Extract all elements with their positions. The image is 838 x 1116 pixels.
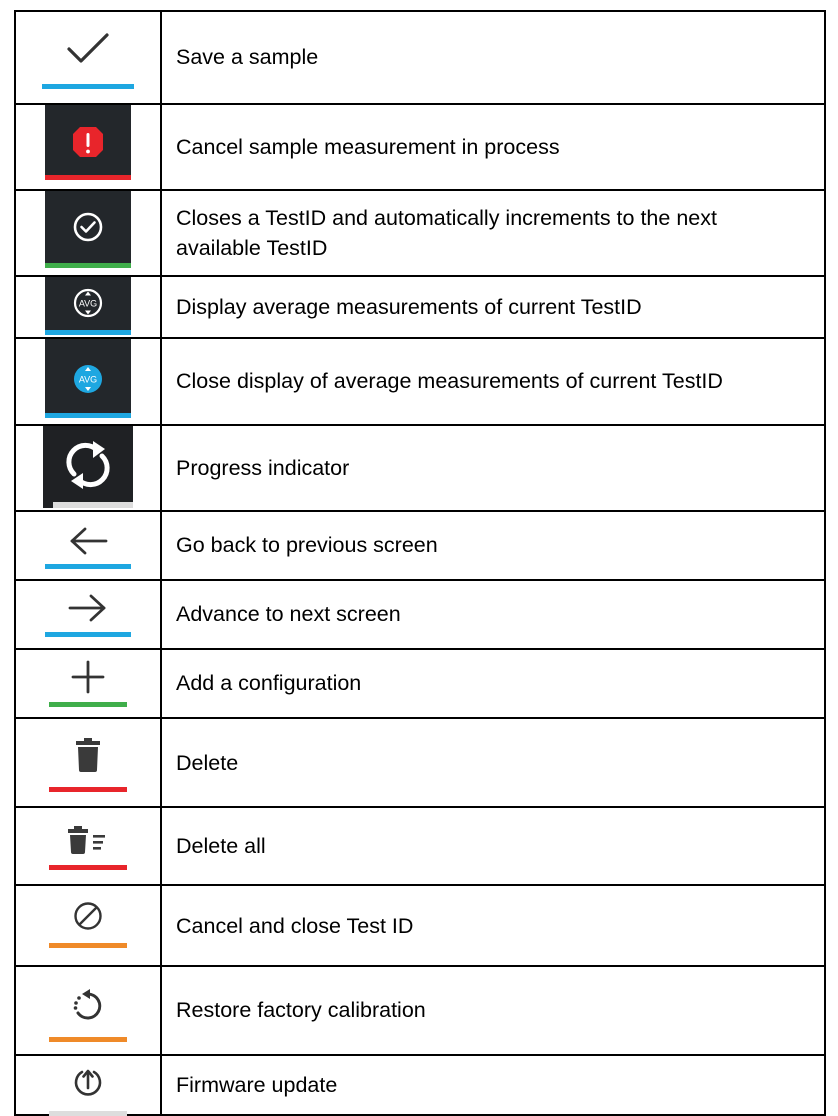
checkmark-icon [66,32,110,66]
underline-bar [45,330,131,336]
underline-bar [49,943,127,949]
row-description: Add a configuration [160,647,826,719]
cancel-circle-icon [73,901,103,931]
circle-check-icon [45,191,131,264]
table-row: Cancel sample measurement in process [14,102,826,192]
table-row: AVG Close display of average measurement… [14,337,826,426]
table-row: Cancel and close Test ID [14,884,826,967]
row-description: Cancel sample measurement in process [160,102,826,192]
table-row: Closes a TestID and automatically increm… [14,189,826,278]
plus-icon [71,660,105,694]
table-row: AVG Display average measurements of curr… [14,275,826,340]
row-description: Cancel and close Test ID [160,884,826,967]
underline-bar [45,174,131,180]
icon-cell [14,806,162,887]
row-description: Close display of average measurements of… [160,337,826,426]
table-row: Save a sample [14,10,826,105]
row-description: Go back to previous screen [160,510,826,581]
row-description: Delete all [160,806,826,887]
icon-cell [14,423,162,513]
table-row: Add a configuration [14,647,826,719]
sync-icon [43,425,133,508]
svg-text:AVG: AVG [79,299,97,309]
icon-cell [14,647,162,719]
restore-icon [71,988,105,1023]
underline-bar [49,701,127,707]
icon-cell: AVG [14,337,162,426]
icon-cell [14,10,162,105]
table-row: Go back to previous screen [14,510,826,581]
delete-all-icon [68,826,108,855]
icon-cell [14,884,162,967]
underline-bar [45,564,131,569]
avg-active-icon: AVG [45,339,131,414]
arrow-left-icon [68,527,108,555]
table-row: Advance to next screen [14,578,826,650]
icon-cell [14,964,162,1057]
table-row: Progress indicator [14,423,826,513]
row-description: Firmware update [160,1054,826,1116]
row-description: Save a sample [160,10,826,105]
table-row: Firmware update [14,1054,826,1116]
underline-bar [45,263,131,269]
icon-cell [14,510,162,581]
icon-cell [14,102,162,192]
icon-cell [14,189,162,278]
row-description: Restore factory calibration [160,964,826,1057]
table-row: Delete [14,716,826,809]
underline-bar [49,1036,127,1042]
icon-cell [14,578,162,650]
icon-cell [14,716,162,809]
icon-cell: AVG [14,275,162,340]
row-description: Delete [160,716,826,809]
table-row: Restore factory calibration [14,964,826,1057]
arrow-right-icon [68,594,108,622]
underline-bar [49,1111,127,1116]
row-description: Advance to next screen [160,578,826,650]
row-description: Display average measurements of current … [160,275,826,340]
table-row: Delete all [14,806,826,887]
avg-icon: AVG [45,277,131,331]
row-description: Progress indicator [160,423,826,513]
underline-bar [45,413,131,419]
alert-octagon-icon [45,104,131,175]
underline-bar [49,865,127,871]
underline-bar [49,786,127,792]
svg-text:AVG: AVG [79,375,97,385]
firmware-update-icon [73,1067,103,1097]
underline-bar [45,631,131,637]
icon-legend-table: Save a sample Cancel sample measurement … [14,10,826,1116]
underline-bar [42,84,134,89]
row-description: Closes a TestID and automatically increm… [160,189,826,278]
icon-cell [14,1054,162,1116]
trash-icon [76,737,100,772]
